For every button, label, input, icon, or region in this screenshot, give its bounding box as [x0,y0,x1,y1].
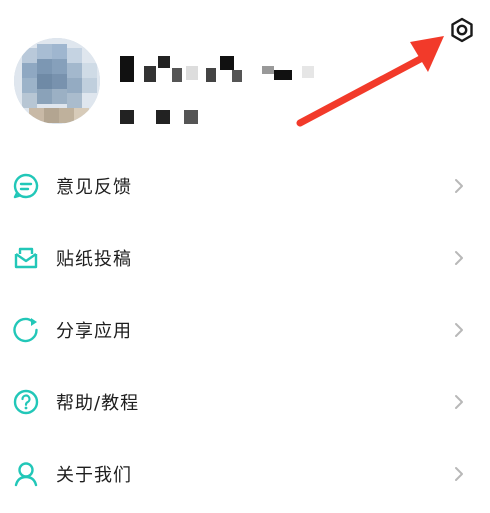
person-icon [12,460,40,488]
menu-list: 意见反馈 贴纸投稿 分享应用 帮助/教程 关于我们 [0,150,490,510]
menu-item-about[interactable]: 关于我们 [0,438,490,510]
feedback-chat-icon [12,172,40,200]
menu-item-help[interactable]: 帮助/教程 [0,366,490,438]
settings-button[interactable] [446,16,478,48]
share-refresh-icon [12,316,40,344]
chevron-right-icon [452,465,466,483]
menu-item-label: 贴纸投稿 [56,249,132,270]
chevron-right-icon [452,177,466,195]
menu-item-feedback[interactable]: 意见反馈 [0,150,490,222]
gear-icon [449,17,475,47]
avatar[interactable] [14,38,100,124]
menu-item-sticker-submit[interactable]: 贴纸投稿 [0,222,490,294]
menu-item-label: 关于我们 [56,465,132,486]
chevron-right-icon [452,393,466,411]
menu-item-label: 帮助/教程 [56,393,140,414]
menu-item-share-app[interactable]: 分享应用 [0,294,490,366]
chevron-right-icon [452,249,466,267]
username-obscured [120,56,320,82]
chevron-right-icon [452,321,466,339]
user-id-obscured [120,108,210,124]
help-question-icon [12,388,40,416]
mail-envelope-icon [12,244,40,272]
menu-item-label: 分享应用 [56,321,132,342]
menu-item-label: 意见反馈 [56,177,132,198]
